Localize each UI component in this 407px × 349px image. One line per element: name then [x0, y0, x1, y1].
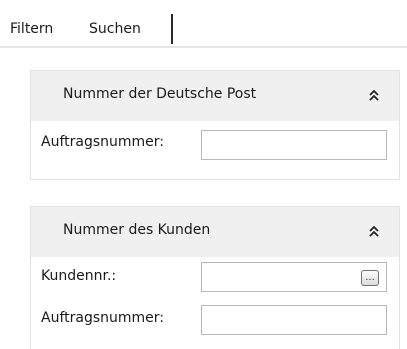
- panel-header-customer-number[interactable]: Nummer des Kunden: [31, 207, 399, 257]
- field-label-auftragsnummer: Auftragsnummer:: [41, 134, 164, 150]
- panel-header-post-number[interactable]: Nummer der Deutsche Post: [31, 71, 399, 121]
- tab-bar: Filtern Suchen: [0, 0, 407, 48]
- auftragsnummer-input[interactable]: [201, 130, 387, 160]
- panel-post-number: Nummer der Deutsche Post Auftragsnummer:: [30, 70, 400, 180]
- search-sidebar: Filtern Suchen Nummer der Deutsche Post …: [0, 0, 407, 349]
- kundennr-lookup: ...: [201, 262, 387, 292]
- field-label-auftragsnummer: Auftragsnummer:: [41, 310, 164, 326]
- double-chevron-up-icon[interactable]: [367, 224, 381, 238]
- customer-auftragsnummer-input[interactable]: [201, 305, 387, 335]
- tab-filtern[interactable]: Filtern: [8, 14, 82, 44]
- field-label-kundennr: Kundennr.:: [41, 268, 117, 284]
- double-chevron-up-icon[interactable]: [367, 88, 381, 102]
- panel-title: Nummer der Deutsche Post: [63, 86, 257, 102]
- panel-customer-number: Nummer des Kunden Kundennr.: ... Auftrag…: [30, 206, 400, 349]
- kundennr-lookup-button[interactable]: ...: [361, 270, 379, 286]
- panel-title: Nummer des Kunden: [63, 222, 211, 238]
- tab-suchen[interactable]: Suchen: [83, 14, 173, 44]
- kundennr-input[interactable]: [202, 263, 352, 291]
